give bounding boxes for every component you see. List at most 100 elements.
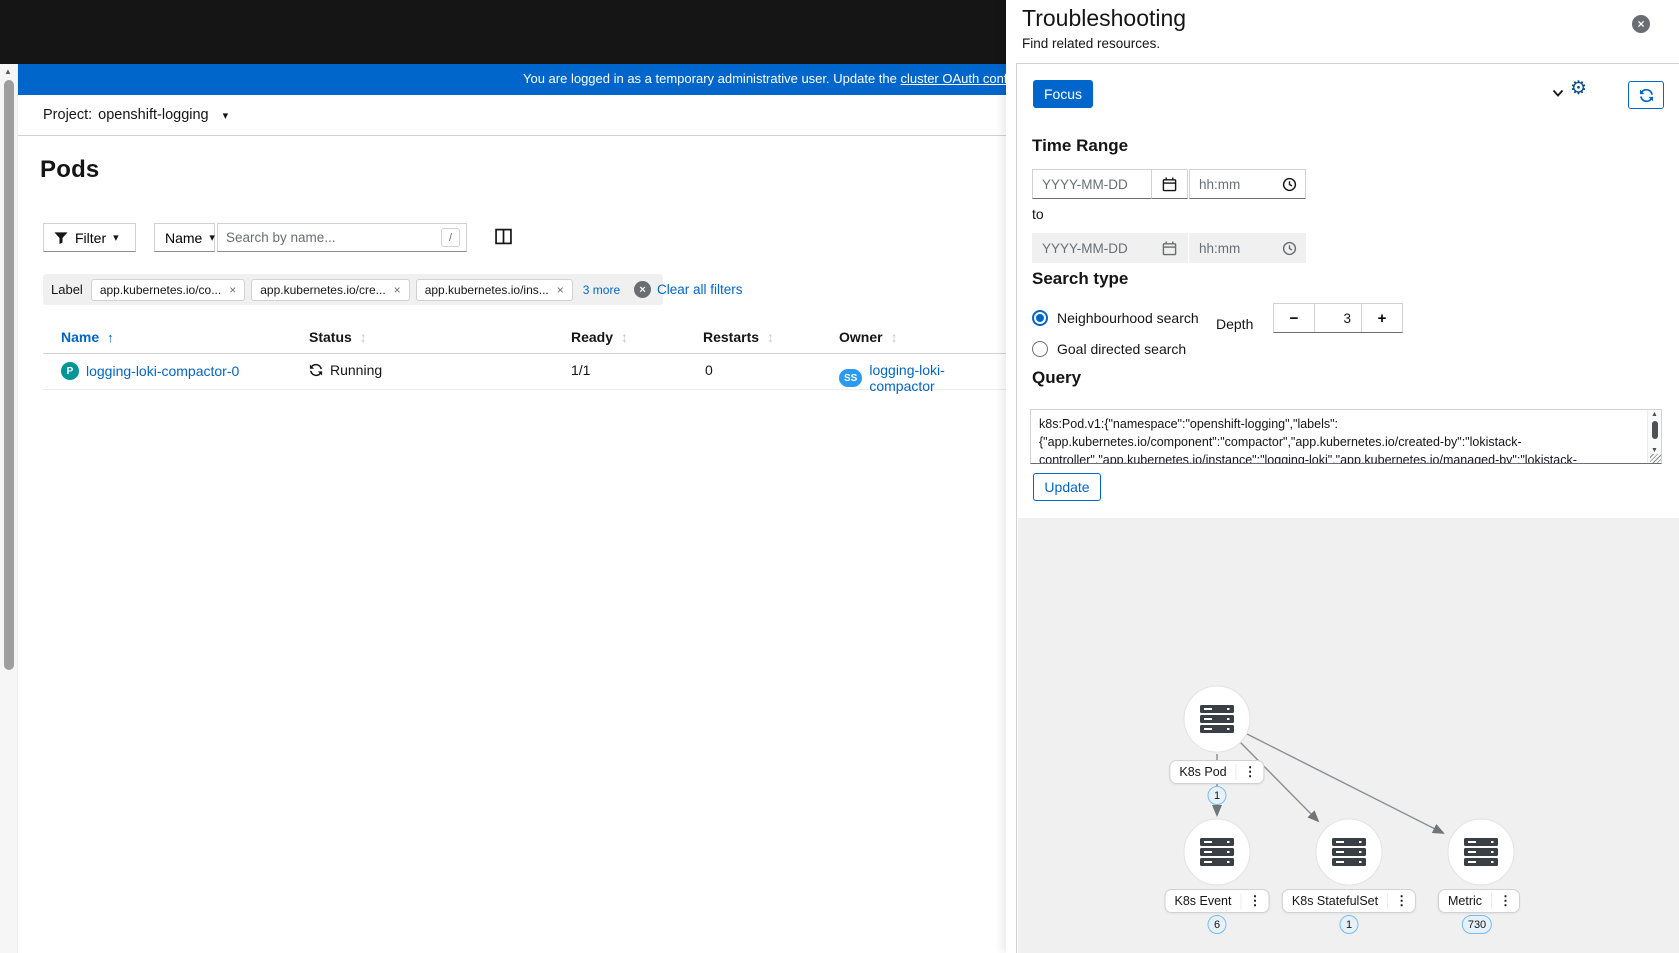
kebab-menu-icon[interactable]: ⋮: [1240, 893, 1268, 909]
k8s-event-count-badge: 6: [1207, 915, 1227, 934]
kebab-menu-icon[interactable]: ⋮: [1387, 893, 1415, 909]
masthead: [0, 0, 1006, 64]
pod-name-cell: P logging-loki-compactor-0: [61, 362, 239, 380]
remove-chip-icon[interactable]: ×: [394, 284, 401, 296]
name-filter-dropdown[interactable]: Name ▾: [154, 223, 215, 252]
depth-increment-button[interactable]: +: [1362, 304, 1402, 332]
metric-label[interactable]: Metric ⋮: [1437, 889, 1521, 913]
project-label: Project:: [43, 107, 93, 123]
filter-chip[interactable]: app.kubernetes.io/ins... ×: [415, 278, 573, 301]
update-button[interactable]: Update: [1033, 473, 1101, 501]
k8s-statefulset-count-badge: 1: [1339, 915, 1359, 934]
goal-directed-search-option: Goal directed search: [1032, 341, 1186, 357]
gear-icon: ⚙: [1570, 78, 1588, 99]
filter-chip[interactable]: app.kubernetes.io/cre... ×: [251, 278, 410, 301]
caret-down-icon: ▾: [209, 232, 215, 244]
query-textarea[interactable]: k8s:Pod.v1:{"namespace":"openshift-loggi…: [1031, 410, 1643, 463]
chip-group-label: Label: [51, 282, 83, 297]
end-date-calendar-button[interactable]: [1152, 233, 1188, 263]
start-date-input[interactable]: [1033, 176, 1151, 192]
graph-canvas: [1183, 685, 1515, 886]
caret-down-icon: ▾: [113, 232, 119, 244]
calendar-icon: [1162, 176, 1177, 191]
column-header-owner[interactable]: Owner ↕: [839, 329, 898, 345]
filter-funnel-icon: [54, 231, 68, 244]
start-date-field: [1032, 169, 1152, 199]
settings-button[interactable]: ⚙: [1570, 77, 1587, 100]
keyboard-shortcut-hint: /: [441, 228, 460, 247]
query-scrollbar[interactable]: ▲ ▼: [1647, 410, 1661, 463]
k8s-event-label[interactable]: K8s Event ⋮: [1164, 889, 1270, 913]
sort-ascending-icon[interactable]: ↑: [107, 330, 114, 345]
depth-value[interactable]: 3: [1314, 304, 1362, 332]
remove-chip-icon[interactable]: ×: [557, 284, 564, 296]
depth-decrement-button[interactable]: −: [1274, 304, 1314, 332]
server-icon: [1332, 838, 1366, 866]
owner-cell: SS logging-loki-compactor: [839, 362, 1006, 394]
end-time-field: [1189, 233, 1306, 263]
clear-chip-group-icon[interactable]: ×: [634, 281, 652, 298]
focus-button[interactable]: Focus: [1033, 80, 1093, 108]
radio-selected[interactable]: [1032, 310, 1048, 326]
clear-all-filters-link[interactable]: Clear all filters: [657, 282, 743, 297]
close-panel-icon[interactable]: ×: [1632, 15, 1650, 33]
refresh-button[interactable]: [1628, 81, 1664, 109]
scrollbar-up-icon[interactable]: ▲: [4, 67, 12, 76]
end-date-input[interactable]: [1033, 240, 1151, 256]
k8s-event-node[interactable]: [1183, 818, 1251, 886]
page-scrollbar[interactable]: ▲: [0, 64, 18, 953]
kebab-menu-icon[interactable]: ⋮: [1235, 764, 1264, 780]
sort-icon[interactable]: ↕: [767, 329, 774, 345]
column-header-ready[interactable]: Ready ↕: [571, 329, 628, 345]
end-date-field: [1032, 233, 1152, 263]
to-label: to: [1032, 206, 1044, 222]
remove-chip-icon[interactable]: ×: [229, 284, 236, 296]
topology-graph[interactable]: K8s Pod ⋮ 1 K8s Event ⋮ 6 K8s StatefulSe…: [1018, 518, 1679, 953]
k8s-statefulset-node[interactable]: [1315, 818, 1383, 886]
project-selector[interactable]: Project: openshift-logging ▾: [43, 107, 228, 123]
start-time-input[interactable]: [1190, 176, 1282, 192]
sort-icon[interactable]: ↕: [891, 329, 898, 345]
login-notice-banner: You are logged in as a temporary adminis…: [18, 64, 1006, 95]
owner-link[interactable]: logging-loki-compactor: [869, 362, 1006, 394]
status-cell: Running: [309, 362, 382, 378]
pod-link[interactable]: logging-loki-compactor-0: [86, 363, 239, 379]
manage-columns-button[interactable]: [492, 227, 514, 249]
show-more-chips-link[interactable]: 3 more: [583, 283, 620, 297]
metric-node[interactable]: [1447, 818, 1515, 886]
query-scrollbar-thumb[interactable]: [1652, 421, 1658, 439]
clock-icon: [1282, 177, 1297, 191]
sort-icon[interactable]: ↕: [360, 329, 367, 345]
kebab-menu-icon[interactable]: ⋮: [1491, 893, 1519, 909]
oauth-config-link[interactable]: cluster OAuth configuration: [900, 71, 1006, 86]
k8s-pod-label[interactable]: K8s Pod ⋮: [1169, 760, 1265, 784]
sort-icon[interactable]: ↕: [621, 329, 628, 345]
k8s-pod-node[interactable]: [1183, 685, 1251, 753]
column-header-name[interactable]: Name ↑: [61, 329, 114, 345]
clock-icon: [1282, 241, 1297, 255]
query-field: k8s:Pod.v1:{"namespace":"openshift-loggi…: [1030, 409, 1662, 464]
query-heading: Query: [1032, 368, 1082, 387]
column-header-status[interactable]: Status ↕: [309, 329, 367, 345]
scrollbar-thumb[interactable]: [4, 80, 14, 670]
search-input[interactable]: [218, 230, 441, 245]
expand-options-button[interactable]: [1550, 86, 1566, 100]
scroll-up-icon[interactable]: ▲: [1651, 411, 1658, 418]
server-icon: [1464, 838, 1498, 866]
k8s-pod-count-badge: 1: [1207, 786, 1227, 805]
filter-dropdown[interactable]: Filter ▾: [43, 223, 136, 252]
radio-unselected[interactable]: [1032, 341, 1048, 357]
k8s-statefulset-label[interactable]: K8s StatefulSet ⋮: [1281, 889, 1417, 913]
column-header-restarts[interactable]: Restarts ↕: [703, 329, 774, 345]
end-time-input[interactable]: [1190, 240, 1282, 256]
pod-kind-badge: P: [61, 362, 79, 380]
statefulset-kind-badge: SS: [839, 369, 863, 387]
login-notice-text: You are logged in as a temporary adminis…: [523, 71, 1006, 86]
start-date-calendar-button[interactable]: [1152, 169, 1188, 199]
time-range-heading: Time Range: [1032, 136, 1129, 155]
depth-stepper: − 3 +: [1273, 303, 1403, 333]
textarea-resize-handle[interactable]: [1650, 454, 1661, 463]
filter-chip[interactable]: app.kubernetes.io/co... ×: [90, 278, 246, 301]
server-icon: [1200, 705, 1234, 733]
scroll-down-icon[interactable]: ▼: [1651, 447, 1658, 454]
